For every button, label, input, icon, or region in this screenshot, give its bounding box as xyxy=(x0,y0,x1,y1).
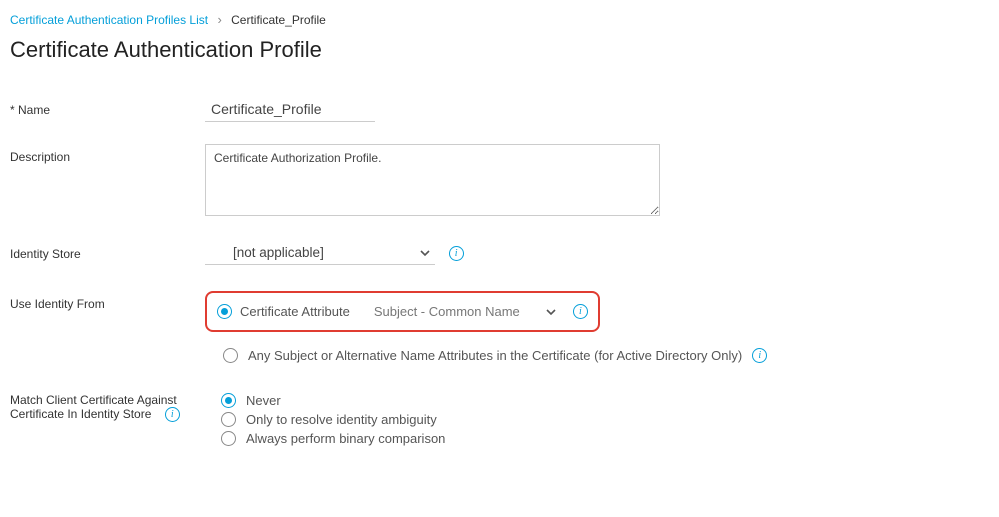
radio-label-never: Never xyxy=(246,393,281,408)
chevron-down-icon xyxy=(545,306,557,318)
option-ambiguity: Only to resolve identity ambiguity xyxy=(221,412,989,427)
row-match-client-certificate: Match Client Certificate Against Certifi… xyxy=(10,393,989,450)
option-binary: Always perform binary comparison xyxy=(221,431,989,446)
radio-certificate-attribute[interactable] xyxy=(217,304,232,319)
row-name: Name xyxy=(10,97,989,122)
page-title: Certificate Authentication Profile xyxy=(0,35,999,77)
radio-never[interactable] xyxy=(221,393,236,408)
row-description: Description Certificate Authorization Pr… xyxy=(10,144,989,219)
radio-label-any-subject: Any Subject or Alternative Name Attribut… xyxy=(248,348,742,363)
info-icon[interactable]: i xyxy=(449,246,464,261)
radio-ambiguity[interactable] xyxy=(221,412,236,427)
breadcrumb-list-link[interactable]: Certificate Authentication Profiles List xyxy=(10,13,208,27)
info-icon[interactable]: i xyxy=(573,304,588,319)
label-name: Name xyxy=(10,97,205,117)
breadcrumb-current: Certificate_Profile xyxy=(231,13,326,27)
identity-store-select[interactable]: [not applicable] xyxy=(205,241,435,265)
label-identity-store: Identity Store xyxy=(10,241,205,261)
radio-label-binary: Always perform binary comparison xyxy=(246,431,445,446)
profile-form: Name Description Certificate Authorizati… xyxy=(0,77,999,450)
description-textarea[interactable]: Certificate Authorization Profile. xyxy=(205,144,660,216)
radio-label-certificate-attribute: Certificate Attribute xyxy=(240,304,350,319)
certificate-attribute-value: Subject - Common Name xyxy=(374,304,545,319)
label-match-client: Match Client Certificate Against Certifi… xyxy=(10,393,205,422)
label-use-identity-from: Use Identity From xyxy=(10,291,205,311)
label-description: Description xyxy=(10,144,205,164)
name-input[interactable] xyxy=(205,97,375,122)
highlight-certificate-attribute: Certificate Attribute Subject - Common N… xyxy=(205,291,600,332)
option-any-subject: Any Subject or Alternative Name Attribut… xyxy=(223,348,989,363)
info-icon[interactable]: i xyxy=(165,407,180,422)
certificate-attribute-select[interactable]: Subject - Common Name xyxy=(368,301,563,322)
row-identity-store: Identity Store [not applicable] i xyxy=(10,241,989,265)
breadcrumb: Certificate Authentication Profiles List… xyxy=(0,0,999,35)
info-icon[interactable]: i xyxy=(752,348,767,363)
option-never: Never xyxy=(221,393,989,408)
row-use-identity-from: Use Identity From Certificate Attribute … xyxy=(10,291,989,371)
radio-label-ambiguity: Only to resolve identity ambiguity xyxy=(246,412,437,427)
chevron-down-icon xyxy=(419,247,431,259)
chevron-right-icon: › xyxy=(217,12,221,27)
radio-binary[interactable] xyxy=(221,431,236,446)
identity-store-value: [not applicable] xyxy=(209,245,419,260)
radio-any-subject[interactable] xyxy=(223,348,238,363)
